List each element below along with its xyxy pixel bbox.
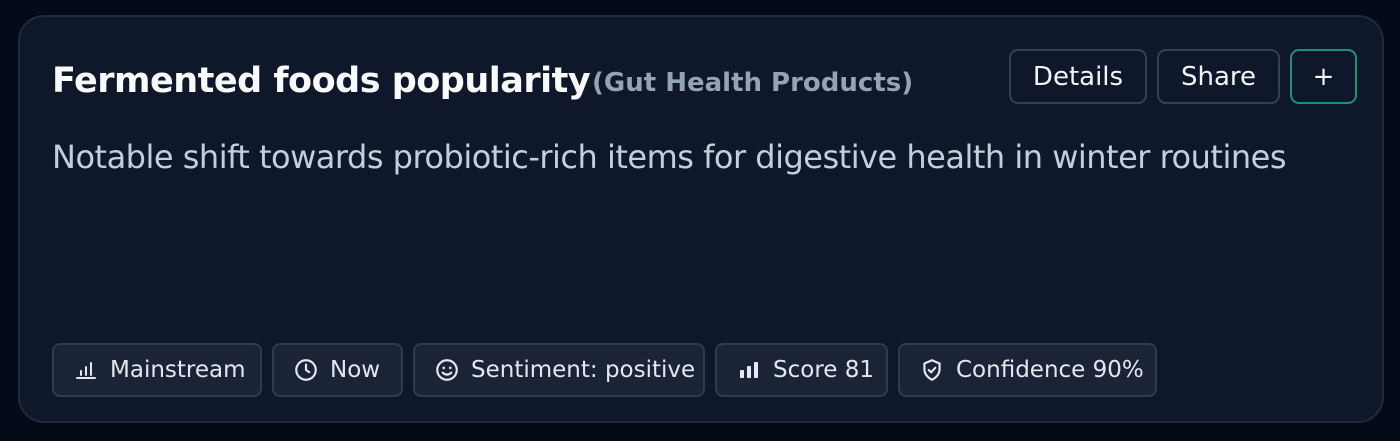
chip-label: Sentiment: positive	[471, 357, 696, 383]
chip-label: Now	[330, 357, 381, 383]
category-label: (Gut Health Products)	[592, 68, 914, 98]
chip-label: Score 81	[773, 357, 874, 383]
clock-icon	[292, 356, 320, 384]
details-button[interactable]: Details	[1009, 49, 1147, 104]
chip-confidence: Confidence 90%	[898, 343, 1157, 397]
chip-stage: Mainstream	[52, 343, 262, 397]
card-description: Notable shift towards probiotic-rich ite…	[52, 138, 1286, 176]
bar-chart-outline-icon	[72, 356, 100, 384]
chip-label: Confidence 90%	[956, 357, 1144, 383]
trend-card: Fermented foods popularity (Gut Health P…	[18, 15, 1384, 423]
chip-sentiment: Sentiment: positive	[413, 343, 705, 397]
smiley-icon	[433, 356, 461, 384]
share-button[interactable]: Share	[1157, 49, 1280, 104]
chip-label: Mainstream	[110, 357, 246, 383]
shield-check-icon	[918, 356, 946, 384]
chip-timing: Now	[272, 343, 403, 397]
chip-score: Score 81	[715, 343, 888, 397]
bar-chart-filled-icon	[735, 356, 763, 384]
card-title: Fermented foods popularity	[52, 61, 591, 101]
add-button[interactable]: +	[1290, 49, 1357, 104]
